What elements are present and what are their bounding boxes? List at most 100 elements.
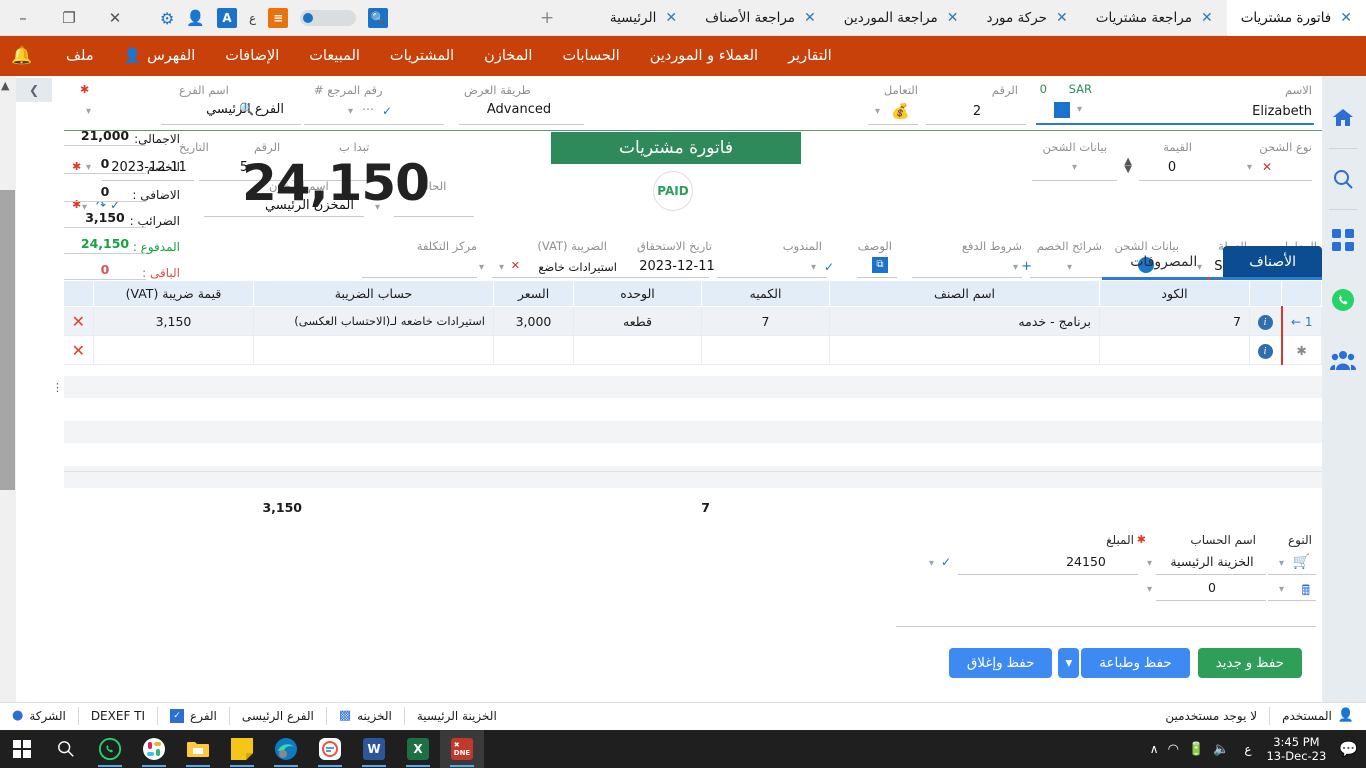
- clock[interactable]: 3:45 PM 13-Dec-23: [1266, 735, 1326, 763]
- chevron-down-icon[interactable]: ▾: [1077, 104, 1082, 115]
- pay-account-value[interactable]: الخزينة الرئيسية: [1158, 554, 1266, 569]
- clear-icon[interactable]: ✕: [1262, 160, 1272, 174]
- start-button[interactable]: [0, 730, 44, 768]
- spinner-icon[interactable]: ▲▼: [1124, 158, 1132, 174]
- chevron-down-icon[interactable]: ▾: [1072, 162, 1077, 173]
- cell-tax-account[interactable]: استيرادات خاضعه لـ(الاحتساب العكسى): [254, 307, 494, 336]
- clear-icon[interactable]: ✕: [511, 259, 520, 272]
- chevron-down-icon[interactable]: ▾: [929, 558, 934, 569]
- chevron-down-icon[interactable]: ▾: [1147, 558, 1152, 569]
- cell-price[interactable]: 3,000: [494, 307, 574, 336]
- apps-grid-icon[interactable]: [1320, 210, 1366, 270]
- close-icon[interactable]: ✕: [1056, 10, 1068, 26]
- scroll-thumb[interactable]: [0, 190, 15, 490]
- tab-purchase-review[interactable]: ✕ مراجعة مشتريات: [1082, 0, 1227, 36]
- save-new-button[interactable]: حفظ و جديد: [1198, 648, 1302, 678]
- whatsapp-taskbar-icon[interactable]: [88, 730, 132, 768]
- translate-icon[interactable]: A: [217, 8, 237, 28]
- search-icon[interactable]: 🔍: [239, 102, 254, 116]
- language-indicator[interactable]: ع: [1238, 742, 1257, 756]
- chevron-down-icon[interactable]: ▾: [1247, 162, 1252, 173]
- notifications-bell-icon[interactable]: 🔔: [0, 36, 44, 76]
- save-print-dropdown-caret[interactable]: ▾: [1058, 648, 1079, 678]
- col-unit[interactable]: الوحده: [574, 281, 702, 307]
- word-icon[interactable]: W: [352, 730, 396, 768]
- menu-item-accounts[interactable]: الحسابات: [547, 36, 634, 76]
- left-scroll-rail[interactable]: ▲: [0, 76, 16, 702]
- status-branch[interactable]: الفرع ✓: [158, 703, 229, 729]
- status-treasury[interactable]: الخزينه ▩: [327, 703, 404, 729]
- col-code[interactable]: الكود: [1100, 281, 1250, 307]
- panel-expander-button[interactable]: ❯: [16, 78, 52, 102]
- chevron-down-icon[interactable]: ▾: [875, 106, 880, 117]
- dexef-one-icon[interactable]: ✖DNE: [440, 730, 484, 768]
- due-date-value[interactable]: 2023-12-11: [632, 259, 722, 274]
- close-icon[interactable]: ✕: [1340, 10, 1352, 26]
- cell-price[interactable]: [494, 336, 574, 365]
- status-user[interactable]: 👤 المستخدم: [1270, 703, 1366, 729]
- tab-items-review[interactable]: ✕ مراجعة الأصناف: [691, 0, 830, 36]
- user-icon[interactable]: 👤: [186, 9, 205, 27]
- cell-item-name[interactable]: [830, 336, 1100, 365]
- payment-discount-value[interactable]: 0: [1158, 580, 1266, 595]
- info-icon[interactable]: i: [1258, 344, 1273, 359]
- splitter-grip[interactable]: ⋮: [52, 386, 63, 390]
- number-value[interactable]: 2: [932, 104, 1022, 119]
- status-company[interactable]: الشركة ●: [0, 703, 78, 729]
- tab-supplier-movement[interactable]: ✕ حركة مورد: [973, 0, 1082, 36]
- notes-value[interactable]: [896, 608, 1316, 624]
- wifi-icon[interactable]: ◠: [1168, 742, 1179, 757]
- cell-unit[interactable]: قطعه: [574, 307, 702, 336]
- search-icon[interactable]: [44, 730, 88, 768]
- chevron-down-icon[interactable]: ▾: [1279, 558, 1284, 569]
- check-icon[interactable]: ✓: [824, 260, 834, 274]
- chevron-down-icon[interactable]: ▾: [811, 262, 816, 273]
- tab-home[interactable]: ✕ الرئيسية: [596, 0, 691, 36]
- search-icon[interactable]: 🔍: [368, 8, 388, 28]
- sticky-notes-icon[interactable]: [220, 730, 264, 768]
- chevron-down-icon[interactable]: ▾: [479, 262, 484, 273]
- supplier-picker-icon[interactable]: 👤: [1054, 102, 1070, 118]
- tab-expenses[interactable]: المصروفات: [1104, 246, 1223, 277]
- check-icon[interactable]: ✓: [941, 555, 951, 569]
- close-icon[interactable]: ✕: [947, 10, 959, 26]
- menu-item-sales[interactable]: المبيعات: [294, 36, 375, 76]
- menu-item-index[interactable]: الفهرس 👤: [109, 36, 211, 76]
- tab-purchase-invoice[interactable]: ✕ فاتورة مشتريات: [1227, 0, 1366, 36]
- branch-value[interactable]: الفرع الرئيسي: [164, 102, 284, 117]
- cell-item-name[interactable]: برنامج - خدمه: [830, 307, 1100, 336]
- copy-icon[interactable]: ⧉: [872, 257, 888, 273]
- list-icon[interactable]: ≡: [268, 8, 288, 28]
- whatsapp-icon[interactable]: [1320, 270, 1366, 330]
- menu-item-customers-suppliers[interactable]: العملاء و الموردين: [635, 36, 773, 76]
- cash-register-icon[interactable]: 🛒: [1293, 554, 1310, 570]
- cell-qty[interactable]: [702, 336, 830, 365]
- menu-item-file[interactable]: ملف: [51, 36, 109, 76]
- cell-vat-value[interactable]: [94, 336, 254, 365]
- menu-item-addons[interactable]: الإضافات: [210, 36, 294, 76]
- coins-icon[interactable]: 💰: [891, 102, 910, 120]
- toggle-switch[interactable]: [300, 10, 356, 26]
- delete-row-icon[interactable]: ✕: [72, 341, 85, 360]
- excel-icon[interactable]: X: [396, 730, 440, 768]
- cell-unit[interactable]: [574, 336, 702, 365]
- menu-item-purchases[interactable]: المشتريات: [375, 36, 469, 76]
- chevron-down-icon[interactable]: ▾: [1147, 584, 1152, 595]
- tab-suppliers-review[interactable]: ✕ مراجعة الموردين: [830, 0, 973, 36]
- volume-icon[interactable]: 🔈: [1213, 742, 1229, 757]
- tray-chevron-icon[interactable]: ∧: [1150, 742, 1159, 756]
- file-explorer-icon[interactable]: [176, 730, 220, 768]
- menu-item-reports[interactable]: التقارير: [773, 36, 847, 76]
- notifications-icon[interactable]: 💬: [1335, 740, 1358, 758]
- name-value[interactable]: Elizabeth: [1072, 104, 1312, 119]
- cell-code[interactable]: 7: [1100, 307, 1250, 336]
- tab-items[interactable]: الأصناف: [1223, 246, 1322, 277]
- settings-gear-icon[interactable]: ⚙: [160, 9, 174, 28]
- minimize-window-button[interactable]: –: [0, 0, 46, 36]
- info-icon[interactable]: i: [1258, 315, 1273, 330]
- more-options-icon[interactable]: ⋯: [362, 102, 374, 116]
- close-icon[interactable]: ✕: [665, 10, 677, 26]
- home-icon[interactable]: [1320, 88, 1366, 148]
- new-tab-button[interactable]: +: [540, 8, 554, 28]
- pay-amount-value[interactable]: 24150: [1036, 554, 1136, 569]
